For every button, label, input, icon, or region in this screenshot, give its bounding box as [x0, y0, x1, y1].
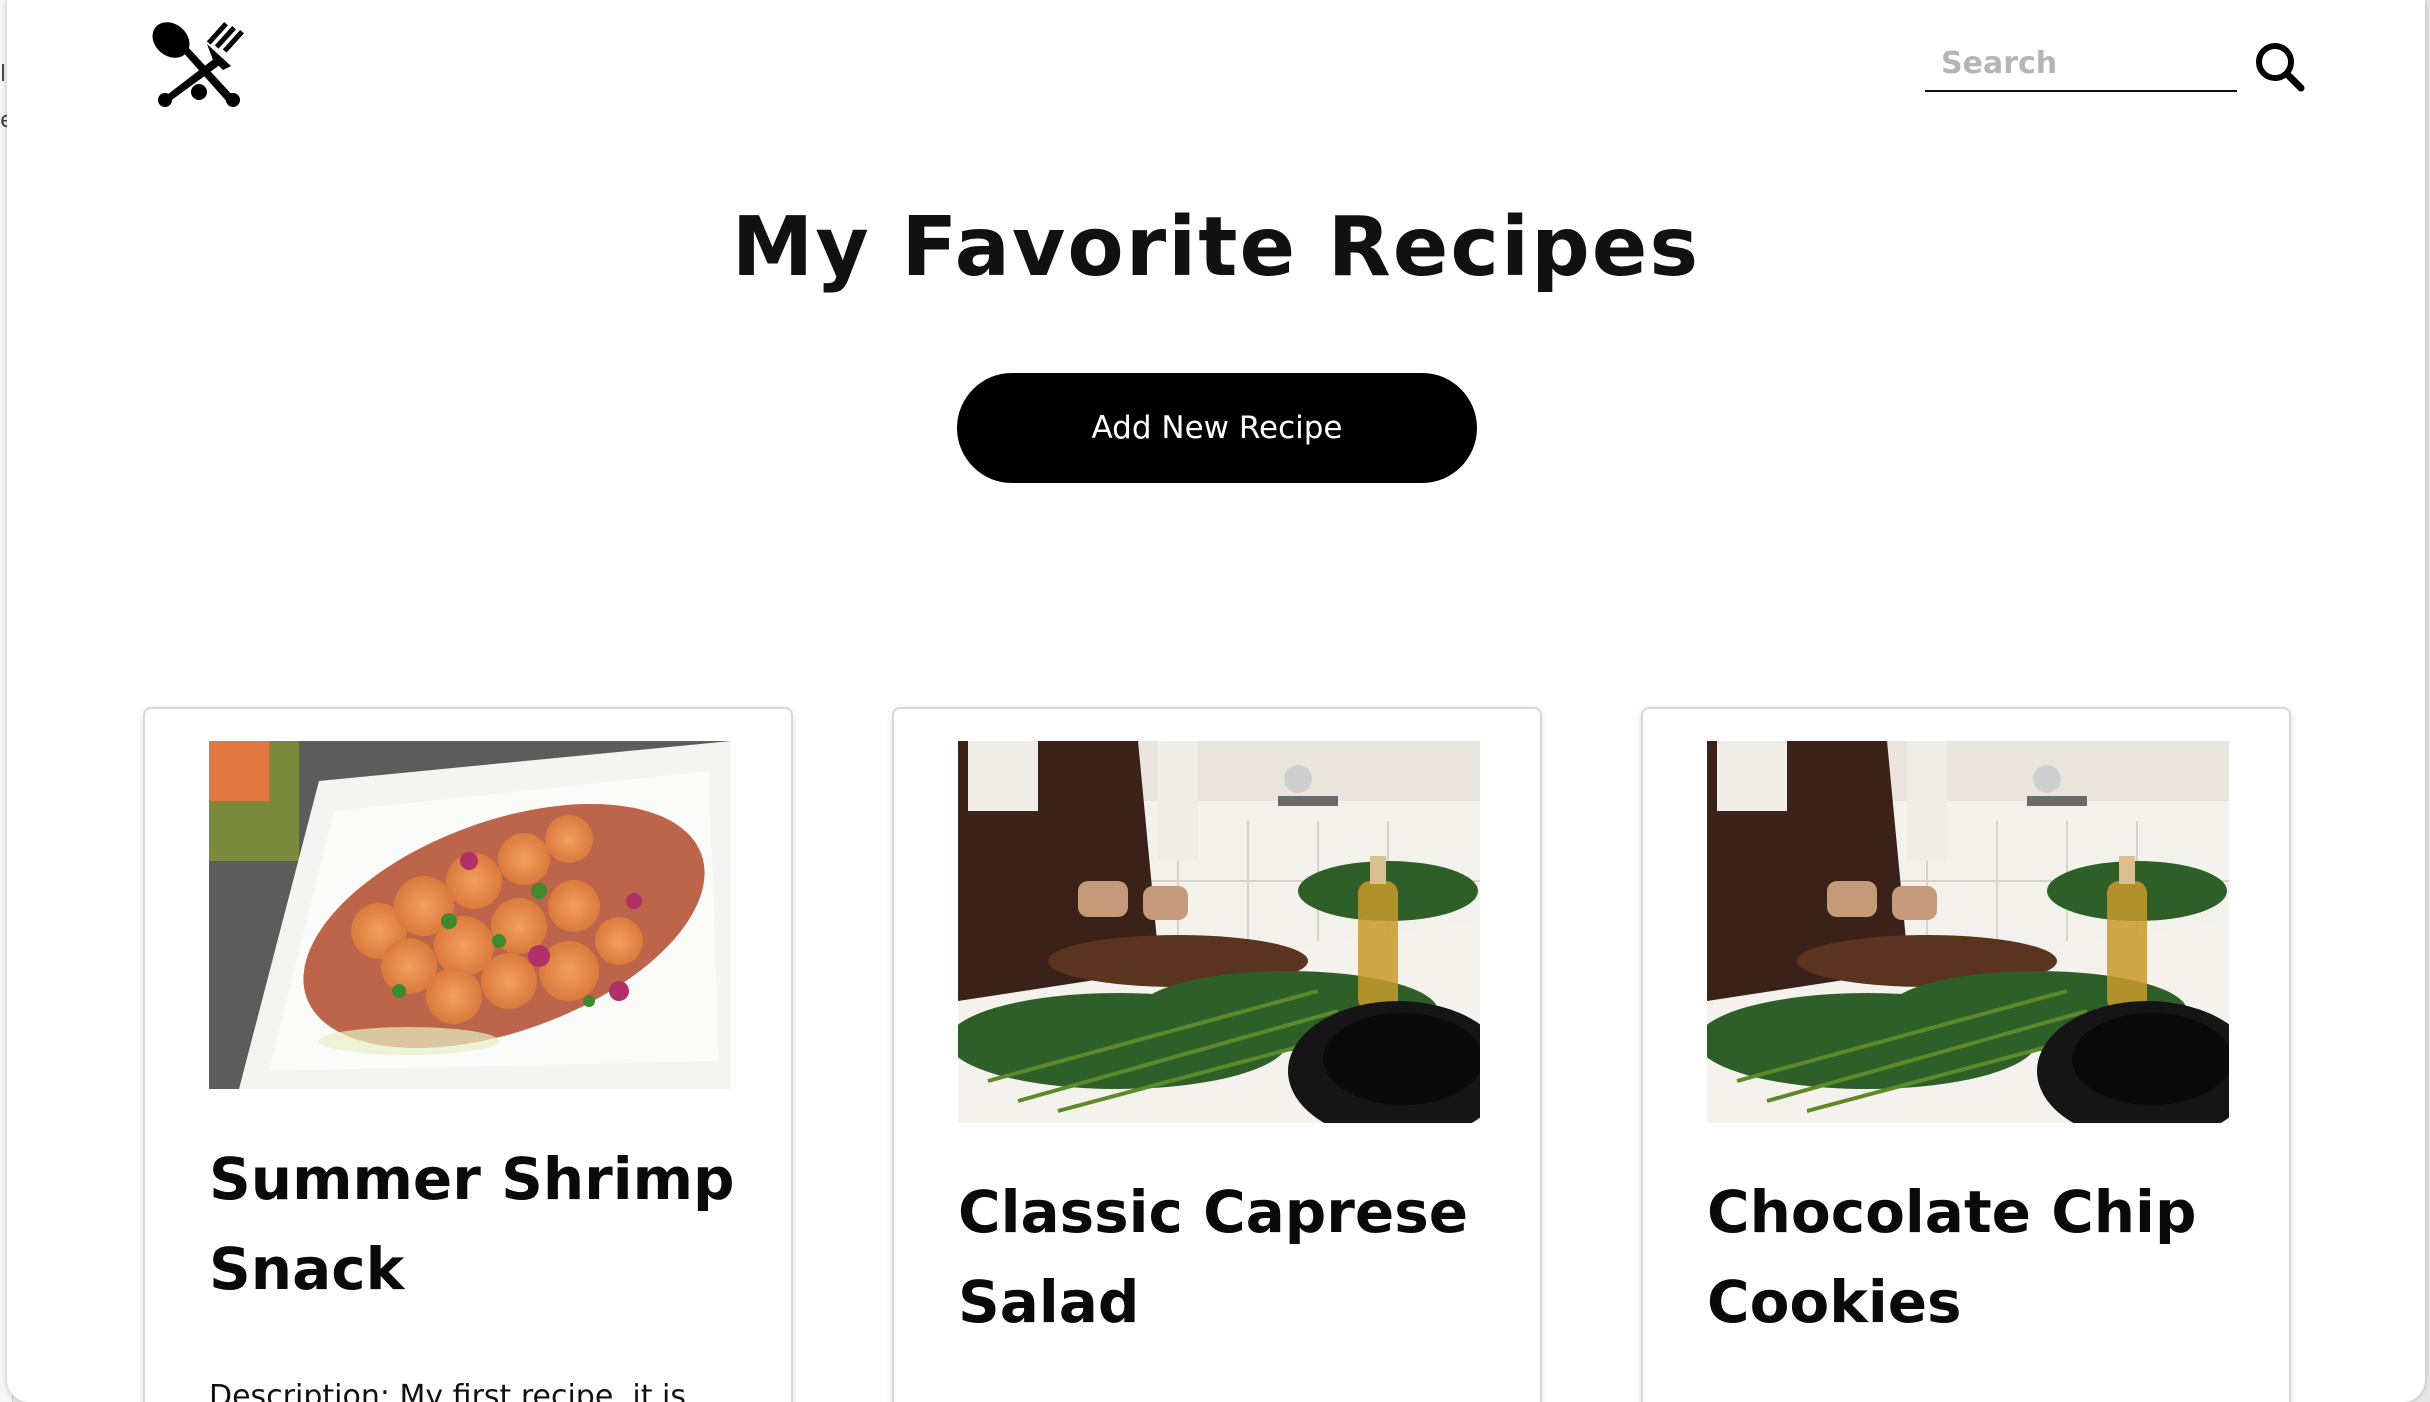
kitchen-chopping-vegetables-photo[interactable]	[1707, 741, 2229, 1123]
recipe-card[interactable]: Chocolate Chip Cookies	[1641, 707, 2291, 1402]
fork-and-spoon-crossed-icon[interactable]	[147, 18, 251, 108]
recipe-title-line: Salad	[958, 1268, 1140, 1336]
recipe-title-line: Snack	[209, 1235, 405, 1303]
recipe-title-line: Summer Shrimp	[209, 1145, 735, 1213]
search-bar	[1925, 36, 2307, 96]
grilled-shrimp-platter-photo[interactable]	[209, 741, 731, 1089]
browser-window: My Favorite Recipes Add New Recipe	[7, 0, 2425, 1402]
background-text-fragment: l	[0, 62, 7, 87]
recipe-title[interactable]: Chocolate Chip Cookies	[1707, 1167, 2247, 1347]
site-header	[7, 0, 2425, 120]
add-new-recipe-button[interactable]: Add New Recipe	[957, 373, 1477, 483]
page-title: My Favorite Recipes	[731, 200, 1701, 295]
recipe-title[interactable]: Classic Caprese Salad	[958, 1167, 1498, 1347]
recipe-title[interactable]: Summer Shrimp Snack	[209, 1134, 749, 1314]
recipe-card[interactable]: Summer Shrimp Snack Description: My firs…	[143, 707, 793, 1402]
recipe-card[interactable]: Classic Caprese Salad	[892, 707, 1542, 1402]
search-icon[interactable]	[2253, 40, 2307, 94]
kitchen-chopping-vegetables-photo[interactable]	[958, 741, 1480, 1123]
search-input[interactable]	[1925, 36, 2237, 92]
recipe-description: Description: My first recipe, it is	[209, 1379, 686, 1402]
recipe-title-line: Classic Caprese	[958, 1178, 1469, 1246]
recipe-title-line: Chocolate Chip	[1707, 1178, 2197, 1246]
recipe-title-line: Cookies	[1707, 1268, 1962, 1336]
